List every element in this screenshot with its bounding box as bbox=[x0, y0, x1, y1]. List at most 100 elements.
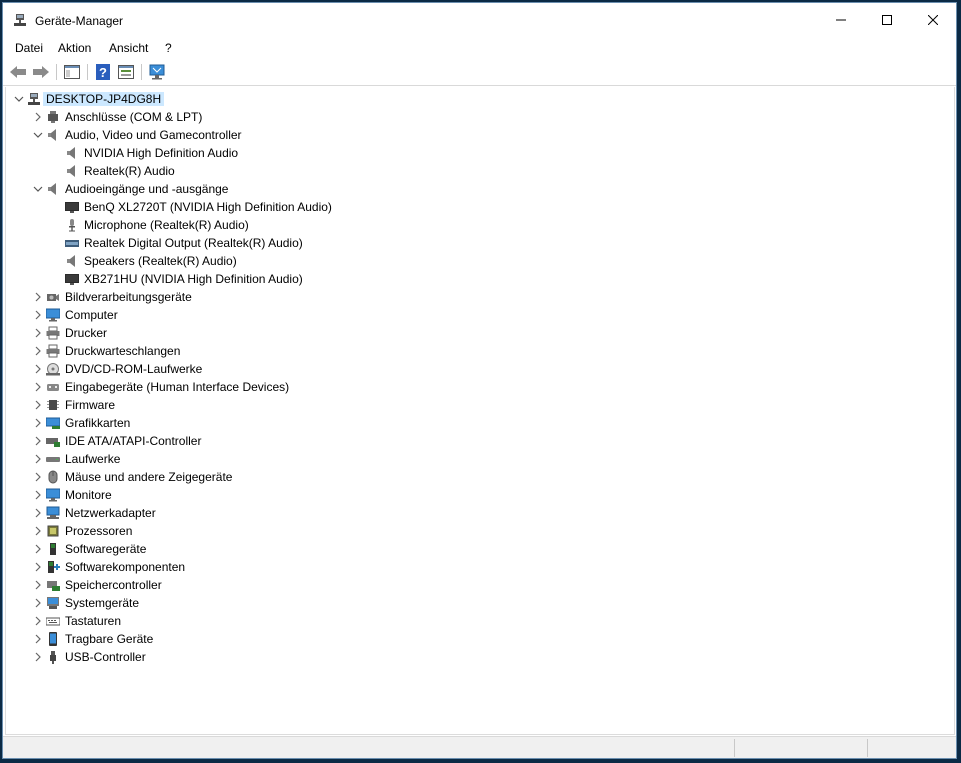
tree-node-label: USB-Controller bbox=[65, 650, 146, 664]
chevron-right-icon[interactable] bbox=[33, 292, 43, 302]
chevron-right-icon[interactable] bbox=[33, 112, 43, 122]
tree-node[interactable]: Systemgeräte bbox=[6, 594, 954, 612]
tree-node[interactable]: Tastaturen bbox=[6, 612, 954, 630]
graphics-card-icon bbox=[46, 417, 60, 429]
chevron-right-icon[interactable] bbox=[33, 346, 43, 356]
chevron-right-icon[interactable] bbox=[33, 490, 43, 500]
tree-node[interactable]: Tragbare Geräte bbox=[6, 630, 954, 648]
chevron-right-icon[interactable] bbox=[33, 472, 43, 482]
minimize-button[interactable] bbox=[818, 3, 864, 37]
tree-node[interactable]: Computer bbox=[6, 306, 954, 324]
monitor-icon bbox=[46, 488, 60, 502]
tree-node[interactable]: Speakers (Realtek(R) Audio) bbox=[6, 252, 954, 270]
tree-node[interactable]: Monitore bbox=[6, 486, 954, 504]
chevron-right-icon[interactable] bbox=[33, 418, 43, 428]
tree-node[interactable]: Softwarekomponenten bbox=[6, 558, 954, 576]
tree-node[interactable]: Prozessoren bbox=[6, 522, 954, 540]
tree-node[interactable]: Microphone (Realtek(R) Audio) bbox=[6, 216, 954, 234]
tree-node[interactable]: Eingabegeräte (Human Interface Devices) bbox=[6, 378, 954, 396]
tree-node[interactable]: DVD/CD-ROM-Laufwerke bbox=[6, 360, 954, 378]
chevron-right-icon[interactable] bbox=[33, 508, 43, 518]
tree-node[interactable]: Laufwerke bbox=[6, 450, 954, 468]
chevron-right-icon[interactable] bbox=[33, 598, 43, 608]
tree-node[interactable]: Bildverarbeitungsgeräte bbox=[6, 288, 954, 306]
help-button[interactable]: ? bbox=[94, 63, 112, 81]
keyboard-icon bbox=[46, 617, 60, 626]
tree-node[interactable]: BenQ XL2720T (NVIDIA High Definition Aud… bbox=[6, 198, 954, 216]
tree-node[interactable]: Softwaregeräte bbox=[6, 540, 954, 558]
chevron-down-icon[interactable] bbox=[14, 94, 24, 104]
controller-icon bbox=[46, 438, 60, 447]
tree-node[interactable]: Netzwerkadapter bbox=[6, 504, 954, 522]
processor-icon bbox=[47, 525, 59, 537]
tree-node-label: Speakers (Realtek(R) Audio) bbox=[84, 254, 237, 268]
microphone-icon bbox=[69, 219, 75, 232]
chevron-right-icon[interactable] bbox=[33, 652, 43, 662]
tree-node-label: Monitore bbox=[65, 488, 112, 502]
menu-help[interactable]: ? bbox=[165, 41, 172, 55]
tree-node[interactable]: Realtek(R) Audio bbox=[6, 162, 954, 180]
show-hide-console-tree-button[interactable] bbox=[63, 63, 81, 81]
title-bar[interactable]: Geräte-Manager bbox=[3, 3, 956, 37]
chevron-right-icon[interactable] bbox=[33, 634, 43, 644]
toolbar-separator bbox=[56, 64, 57, 80]
disc-drive-icon bbox=[46, 363, 60, 376]
tree-node[interactable]: DESKTOP-JP4DG8H bbox=[6, 90, 954, 108]
window-title: Geräte-Manager bbox=[35, 14, 124, 28]
tree-node[interactable]: NVIDIA High Definition Audio bbox=[6, 144, 954, 162]
tree-node-label: Druckwarteschlangen bbox=[65, 344, 181, 358]
tree-node[interactable]: Audioeingänge und -ausgänge bbox=[6, 180, 954, 198]
tree-node-label: Grafikkarten bbox=[65, 416, 131, 430]
chevron-down-icon[interactable] bbox=[33, 130, 43, 140]
chevron-right-icon[interactable] bbox=[33, 400, 43, 410]
back-button[interactable] bbox=[9, 63, 27, 81]
arrow-right-icon bbox=[33, 66, 49, 78]
tree-node-label: Softwaregeräte bbox=[65, 542, 147, 556]
chevron-right-icon[interactable] bbox=[33, 382, 43, 392]
chevron-right-icon[interactable] bbox=[33, 310, 43, 320]
tree-node[interactable]: Mäuse und andere Zeigegeräte bbox=[6, 468, 954, 486]
forward-button[interactable] bbox=[32, 63, 50, 81]
close-button[interactable] bbox=[910, 3, 956, 37]
maximize-button[interactable] bbox=[864, 3, 910, 37]
chevron-right-icon[interactable] bbox=[33, 364, 43, 374]
tree-node[interactable]: XB271HU (NVIDIA High Definition Audio) bbox=[6, 270, 954, 288]
tree-node[interactable]: Druckwarteschlangen bbox=[6, 342, 954, 360]
menu-bar: Datei Aktion Ansicht ? bbox=[3, 37, 956, 59]
tree-node-label: DESKTOP-JP4DG8H bbox=[43, 92, 165, 106]
chevron-right-icon[interactable] bbox=[33, 616, 43, 626]
tree-node-label: Firmware bbox=[65, 398, 115, 412]
monitor-scan-icon bbox=[149, 64, 165, 80]
maximize-icon bbox=[882, 15, 892, 25]
tree-node-label: DVD/CD-ROM-Laufwerke bbox=[65, 362, 203, 376]
tree-node-label: XB271HU (NVIDIA High Definition Audio) bbox=[84, 272, 303, 286]
chevron-right-icon[interactable] bbox=[33, 562, 43, 572]
device-tree[interactable]: DESKTOP-JP4DG8H Anschlüsse (COM & LPT) Aud… bbox=[5, 87, 955, 735]
chevron-right-icon[interactable] bbox=[33, 544, 43, 554]
tree-node[interactable]: IDE ATA/ATAPI-Controller bbox=[6, 432, 954, 450]
tree-node[interactable]: Grafikkarten bbox=[6, 414, 954, 432]
chevron-right-icon[interactable] bbox=[33, 328, 43, 338]
scan-hardware-button[interactable] bbox=[148, 63, 166, 81]
hid-icon bbox=[47, 384, 59, 391]
software-component-icon bbox=[48, 561, 60, 573]
tree-node[interactable]: Speichercontroller bbox=[6, 576, 954, 594]
tree-node[interactable]: Firmware bbox=[6, 396, 954, 414]
menu-datei[interactable]: Datei bbox=[15, 41, 43, 55]
status-separator bbox=[867, 739, 868, 757]
tree-node[interactable]: Anschlüsse (COM & LPT) bbox=[6, 108, 954, 126]
properties-button[interactable] bbox=[117, 63, 135, 81]
chevron-right-icon[interactable] bbox=[33, 436, 43, 446]
chevron-right-icon[interactable] bbox=[33, 580, 43, 590]
chevron-right-icon[interactable] bbox=[33, 454, 43, 464]
chevron-right-icon[interactable] bbox=[33, 526, 43, 536]
tree-node[interactable]: Audio, Video und Gamecontroller bbox=[6, 126, 954, 144]
menu-ansicht[interactable]: Ansicht bbox=[109, 41, 148, 55]
tree-node[interactable]: Realtek Digital Output (Realtek(R) Audio… bbox=[6, 234, 954, 252]
tree-node[interactable]: Drucker bbox=[6, 324, 954, 342]
tree-node-label: Realtek Digital Output (Realtek(R) Audio… bbox=[84, 236, 303, 250]
tree-node[interactable]: USB-Controller bbox=[6, 648, 954, 666]
chevron-down-icon[interactable] bbox=[33, 184, 43, 194]
display-icon bbox=[65, 274, 79, 285]
menu-aktion[interactable]: Aktion bbox=[58, 41, 91, 55]
